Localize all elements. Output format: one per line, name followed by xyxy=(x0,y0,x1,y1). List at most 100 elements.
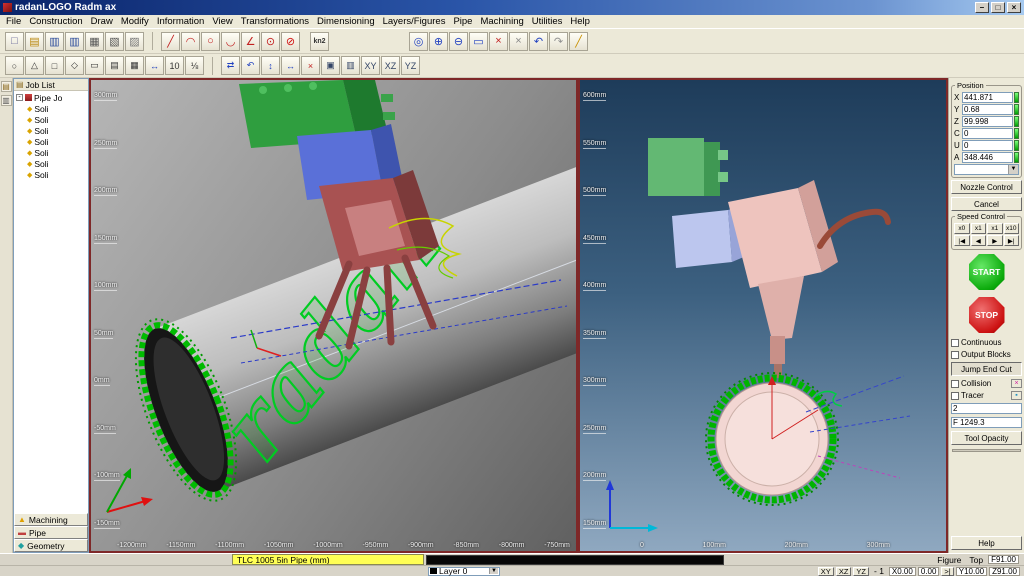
plane-yz-icon[interactable]: YZ xyxy=(401,56,420,75)
rectangle-shape-icon[interactable]: □ xyxy=(45,56,64,75)
zoom-in-icon[interactable]: ⊕ xyxy=(429,32,448,51)
axis-value-field[interactable]: 348.446 xyxy=(962,152,1013,163)
menu-item[interactable]: Draw xyxy=(87,16,117,27)
tree-solid-row[interactable]: ◆ Soli xyxy=(14,125,88,136)
chevron-down-icon[interactable]: ▼ xyxy=(1008,165,1018,174)
circle-tool-icon[interactable]: ○ xyxy=(201,32,220,51)
step-button[interactable]: ▶ xyxy=(987,235,1003,246)
tracer-indicator-icon[interactable]: ▪ xyxy=(1011,391,1022,400)
slot-shape-icon[interactable]: ▭ xyxy=(85,56,104,75)
menu-item[interactable]: Construction xyxy=(25,16,86,27)
tree-solid-row[interactable]: ◆ Soli xyxy=(14,103,88,114)
axis-value-field[interactable]: 0 xyxy=(962,140,1013,151)
diamond-shape-icon[interactable]: ◇ xyxy=(65,56,84,75)
plane-xz-icon[interactable]: XZ xyxy=(381,56,400,75)
top-view-label[interactable]: Top xyxy=(969,555,983,565)
new-file-icon[interactable]: □ xyxy=(5,32,24,51)
step-button[interactable]: ◀ xyxy=(971,235,987,246)
machining-tab[interactable]: ▲ Machining xyxy=(14,513,88,526)
count-field[interactable]: 2 xyxy=(951,403,1022,414)
tool-opacity-slider[interactable] xyxy=(952,449,1021,452)
no-cut-icon[interactable]: ⊘ xyxy=(281,32,300,51)
step-button[interactable]: ▶| xyxy=(1004,235,1020,246)
plane-button[interactable]: XZ xyxy=(836,567,852,576)
open-file-icon[interactable]: ▤ xyxy=(25,32,44,51)
delete-icon[interactable]: × xyxy=(301,56,320,75)
tree-root-row[interactable]: - Pipe Jo xyxy=(14,92,88,103)
output-blocks-checkbox[interactable] xyxy=(951,351,959,359)
geometry-tab[interactable]: ◆ Geometry xyxy=(14,539,88,552)
menu-item[interactable]: Layers/Figures xyxy=(379,16,450,27)
chevron-down-icon[interactable]: ▼ xyxy=(489,568,498,574)
grid-icon[interactable]: ▤ xyxy=(105,56,124,75)
plane-button[interactable]: YZ xyxy=(853,567,869,576)
nc-code-icon[interactable]: kn2 xyxy=(310,32,329,51)
pipe-tab[interactable]: ▬ Pipe xyxy=(14,526,88,539)
point-tool-icon[interactable]: ⊙ xyxy=(261,32,280,51)
rotate-icon[interactable]: ↶ xyxy=(241,56,260,75)
layer-selector[interactable]: Layer 0 ▼ xyxy=(428,567,500,576)
menu-item[interactable]: Help xyxy=(566,16,594,27)
tracer-checkbox-row[interactable]: Tracer ▪ xyxy=(951,390,1022,401)
save-all-icon[interactable]: ▥ xyxy=(65,32,84,51)
step-button[interactable]: |◀ xyxy=(954,235,970,246)
tree-solid-row[interactable]: ◆ Soli xyxy=(14,158,88,169)
zoom-previous-icon[interactable]: × xyxy=(509,32,528,51)
collision-checkbox-row[interactable]: Collision × xyxy=(951,378,1022,389)
tracer-checkbox[interactable] xyxy=(951,392,959,400)
menu-item[interactable]: Utilities xyxy=(528,16,567,27)
tree-solid-row[interactable]: ◆ Soli xyxy=(14,136,88,147)
menu-item[interactable]: Modify xyxy=(117,16,153,27)
menu-item[interactable]: Information xyxy=(153,16,209,27)
menu-item[interactable]: Machining xyxy=(476,16,527,27)
figure-view-label[interactable]: Figure xyxy=(937,555,961,565)
triangle-shape-icon[interactable]: △ xyxy=(25,56,44,75)
mesh-icon[interactable]: ▦ xyxy=(125,56,144,75)
speed-option-button[interactable]: x1 xyxy=(971,223,987,234)
zoom-extents-icon[interactable]: × xyxy=(489,32,508,51)
tool-opacity-button[interactable]: Tool Opacity xyxy=(951,431,1022,445)
print-preview-icon[interactable]: ▧ xyxy=(105,32,124,51)
plane-button[interactable]: XY xyxy=(818,567,834,576)
speed-option-button[interactable]: x0 xyxy=(954,223,970,234)
nozzle-control-button[interactable]: Nozzle Control xyxy=(951,180,1022,194)
axis-value-field[interactable]: 441.871 xyxy=(962,92,1013,103)
arc-tool-icon[interactable]: ◠ xyxy=(181,32,200,51)
redo-icon[interactable]: ↷ xyxy=(549,32,568,51)
circle-shape-icon[interactable]: ○ xyxy=(5,56,24,75)
tree-solid-row[interactable]: ◆ Soli xyxy=(14,114,88,125)
save-icon[interactable]: ▥ xyxy=(45,32,64,51)
cancel-button[interactable]: Cancel xyxy=(951,197,1022,211)
axis-value-field[interactable]: 99.998 xyxy=(962,116,1013,127)
continuous-checkbox[interactable] xyxy=(951,339,959,347)
menu-item[interactable]: Dimensioning xyxy=(313,16,379,27)
zoom-window-icon[interactable]: ▭ xyxy=(469,32,488,51)
axis-value-field[interactable]: 0.68 xyxy=(962,104,1013,115)
collision-indicator-icon[interactable]: × xyxy=(1011,379,1022,388)
collision-checkbox[interactable] xyxy=(951,380,959,388)
speed-option-button[interactable]: x1 xyxy=(987,223,1003,234)
step-forward-button[interactable]: >| xyxy=(941,567,953,576)
report-panel-icon[interactable]: ▥ xyxy=(1,95,12,106)
close-button[interactable]: × xyxy=(1007,2,1021,13)
speed-option-button[interactable]: x10 xyxy=(1004,223,1020,234)
dimension-icon[interactable]: ↔ xyxy=(145,56,164,75)
menu-item[interactable]: View xyxy=(208,16,236,27)
arc-lower-tool-icon[interactable]: ◡ xyxy=(221,32,240,51)
stop-button[interactable]: STOP xyxy=(969,297,1005,333)
jump-end-cut-button[interactable]: Jump End Cut xyxy=(951,362,1022,376)
tree-solid-row[interactable]: ◆ Soli xyxy=(14,169,88,180)
zoom-icon[interactable]: ◎ xyxy=(409,32,428,51)
edit-pencil-icon[interactable]: ╱ xyxy=(569,32,588,51)
minimize-button[interactable]: – xyxy=(975,2,989,13)
zoom-out-icon[interactable]: ⊖ xyxy=(449,32,468,51)
fraction-icon[interactable]: ⅛ xyxy=(185,56,204,75)
align-icon[interactable]: ▥ xyxy=(341,56,360,75)
menu-item[interactable]: Pipe xyxy=(449,16,476,27)
angle-tool-icon[interactable]: ∠ xyxy=(241,32,260,51)
viewport-3d-main[interactable]: radan xyxy=(89,78,578,553)
collapse-icon[interactable]: - xyxy=(16,94,23,101)
axis-value-field[interactable]: 0 xyxy=(962,128,1013,139)
plane-xy-icon[interactable]: XY xyxy=(361,56,380,75)
help-button[interactable]: Help xyxy=(951,536,1022,550)
